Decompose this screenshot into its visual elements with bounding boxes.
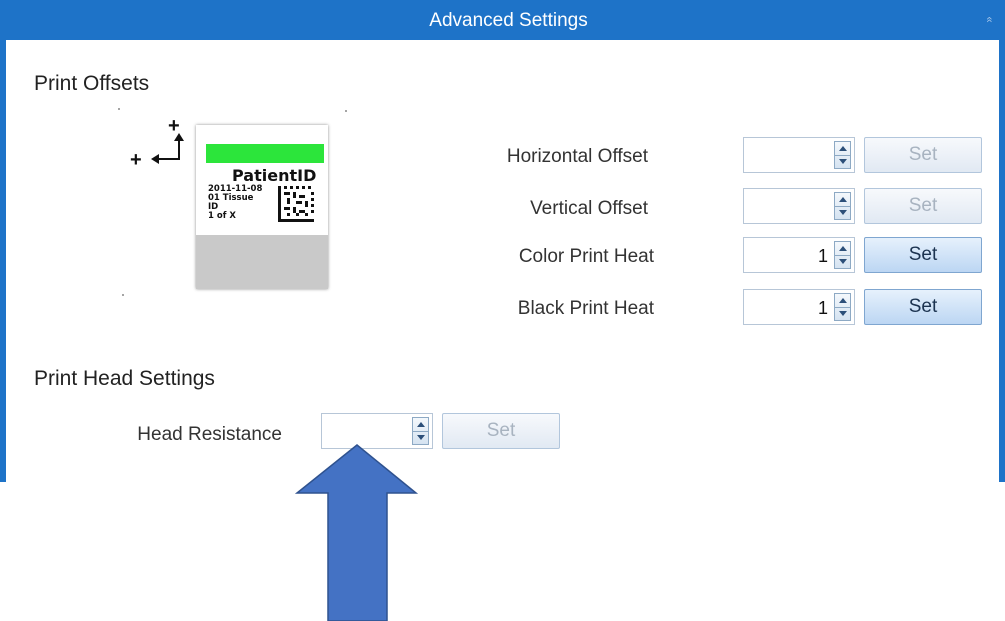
annotation-arrow-overlay bbox=[294, 444, 419, 621]
up-arrow-icon bbox=[294, 444, 419, 621]
